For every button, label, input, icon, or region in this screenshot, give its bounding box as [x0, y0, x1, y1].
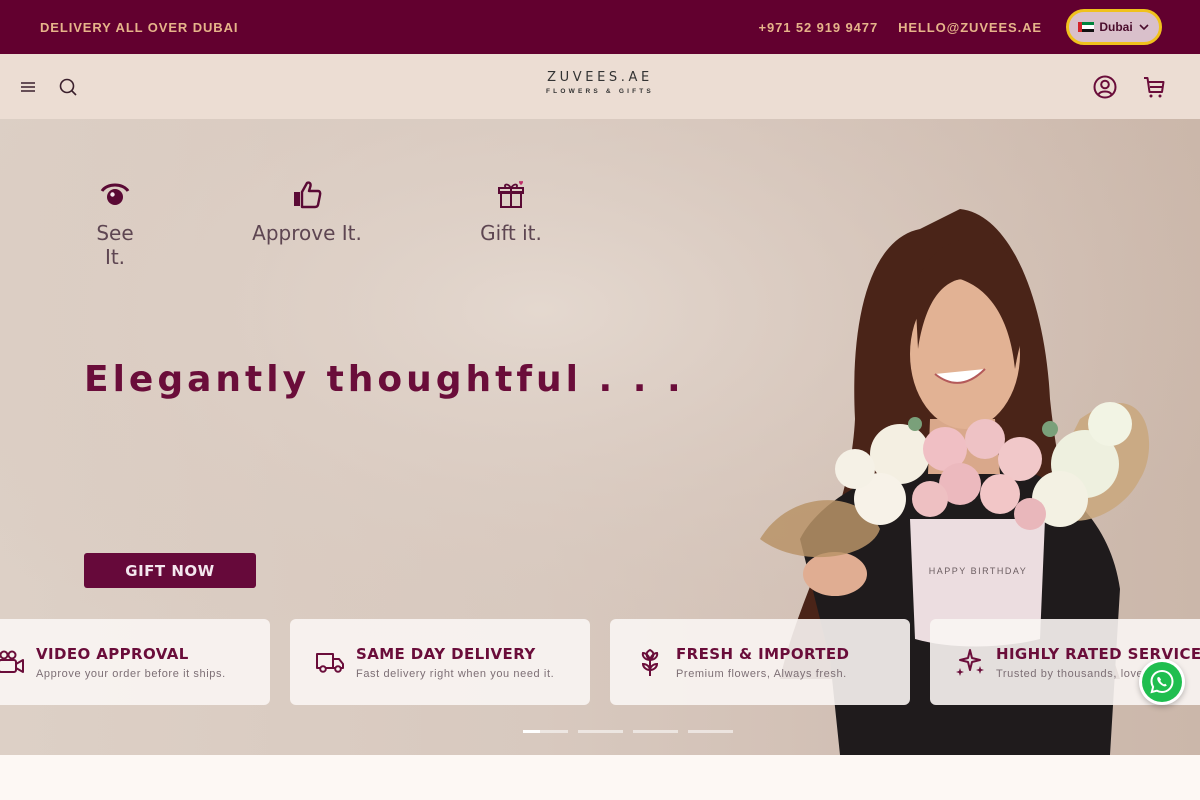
- delivery-promo-text: DELIVERY ALL OVER DUBAI: [40, 19, 239, 35]
- uae-flag-icon: [1078, 22, 1095, 32]
- menu-button[interactable]: [15, 74, 41, 100]
- page-content-area: [0, 755, 1200, 800]
- flower-icon: [634, 646, 666, 678]
- thumbs-up-icon: [294, 181, 322, 209]
- cart-icon: [1144, 77, 1165, 98]
- announcement-right: +971 52 919 9477 HELLO@ZUVEES.AE Dubai: [738, 9, 1162, 45]
- feature-card-video-approval[interactable]: VIDEO APPROVAL Approve your order before…: [0, 619, 270, 705]
- feature-card-same-day-delivery[interactable]: SAME DAY DELIVERY Fast delivery right wh…: [290, 619, 590, 705]
- chevron-down-icon: [1139, 24, 1149, 31]
- slide-dot-3[interactable]: [633, 730, 678, 733]
- hero-banner[interactable]: HAPPY BIRTHDAY See It. Approve It. Gift …: [0, 119, 1200, 755]
- eye-icon: [100, 183, 130, 205]
- cart-button[interactable]: [1139, 72, 1169, 102]
- whatsapp-chat-button[interactable]: [1139, 659, 1185, 705]
- account-button[interactable]: [1090, 72, 1120, 102]
- feature-subtitle: Premium flowers, Always fresh.: [676, 667, 847, 680]
- user-icon: [1093, 75, 1117, 99]
- step-label: Approve It.: [252, 221, 362, 245]
- slide-dot-1[interactable]: [523, 730, 568, 733]
- search-button[interactable]: [55, 74, 81, 100]
- logo-name: ZUVEES.AE: [547, 70, 653, 85]
- search-icon: [59, 78, 77, 96]
- hero-headline: Elegantly thoughtful . . .: [84, 359, 685, 400]
- slide-dot-2[interactable]: [578, 730, 623, 733]
- box-label: HAPPY BIRTHDAY: [929, 566, 1028, 576]
- feature-card-fresh-imported[interactable]: FRESH & IMPORTED Premium flowers, Always…: [610, 619, 910, 705]
- whatsapp-icon: [1150, 669, 1174, 694]
- gift-now-button[interactable]: GIFT NOW: [84, 553, 256, 588]
- delivery-truck-icon: [314, 646, 346, 678]
- slide-dot-4[interactable]: [688, 730, 733, 733]
- feature-title: VIDEO APPROVAL: [36, 644, 189, 663]
- site-header: ZUVEES.AE FLOWERS & GIFTS: [0, 54, 1200, 119]
- feature-subtitle: Approve your order before it ships.: [36, 667, 226, 680]
- site-logo[interactable]: ZUVEES.AE FLOWERS & GIFTS: [470, 70, 730, 95]
- step-approve-it: Approve It.: [251, 179, 363, 245]
- step-gift-it: Gift it.: [478, 179, 544, 245]
- region-label: Dubai: [1099, 20, 1133, 34]
- slider-pagination: [523, 730, 733, 733]
- logo-tagline: FLOWERS & GIFTS: [546, 88, 654, 95]
- gift-icon: [498, 180, 524, 208]
- feature-title: SAME DAY DELIVERY: [356, 644, 536, 663]
- region-selector[interactable]: Dubai: [1066, 9, 1162, 45]
- phone-link[interactable]: +971 52 919 9477: [758, 20, 878, 35]
- video-camera-icon: [0, 646, 26, 678]
- sparkles-icon: [954, 646, 986, 678]
- announcement-bar: DELIVERY ALL OVER DUBAI +971 52 919 9477…: [0, 0, 1200, 54]
- feature-subtitle: Fast delivery right when you need it.: [356, 667, 555, 680]
- email-link[interactable]: HELLO@ZUVEES.AE: [898, 20, 1042, 35]
- step-see-it: See It.: [84, 179, 146, 269]
- feature-title: FRESH & IMPORTED: [676, 644, 850, 663]
- step-label: Gift it.: [480, 221, 542, 245]
- menu-icon: [21, 82, 35, 92]
- step-label: See It.: [96, 221, 134, 269]
